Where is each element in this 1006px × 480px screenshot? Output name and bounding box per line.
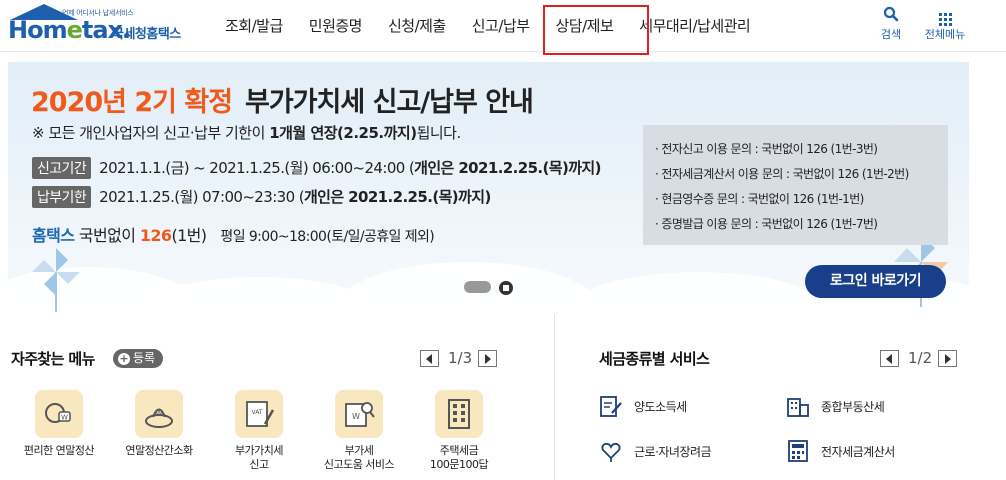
plus-icon: + (118, 352, 130, 365)
svg-text:W: W (61, 414, 68, 422)
vat-notice-banner[interactable]: 2020년 2기 확정 부가가치세 신고/납부 안내 ※ 모든 개인사업자의 신… (8, 62, 969, 312)
banner-title-period: 2020년 2기 확정 (31, 87, 233, 118)
info-line-e-invoice: · 전자세금계산서 이용 문의 : 국번없이 126 (1번-2번) (655, 167, 909, 181)
payment-deadline-tag: 납부기한 (32, 186, 92, 208)
report-period-row: 신고기간 2021.1.1.(금) ~ 2021.1.25.(월) 06:00~2… (32, 157, 601, 179)
prev-page-button[interactable] (880, 349, 899, 367)
all-menu-label: 전체메뉴 (924, 28, 966, 41)
tax-services-page-indicator: 1/2 (908, 349, 933, 367)
nav-inquiry-issue[interactable]: 조회/발급 (212, 0, 296, 52)
logo-korean-name: 국세청홈택스 (112, 27, 181, 42)
info-line-certificate: · 증명발급 이용 문의 : 국번없이 126 (1번-7번) (655, 217, 878, 231)
document-pen-icon (600, 396, 622, 417)
tax-capital-gains[interactable]: 양도소득세 (598, 393, 687, 419)
info-line-cash-receipt: · 현금영수증 문의 : 국번없이 126 (1번-1번) (655, 192, 864, 206)
global-nav: 조회/발급 민원증명 신청/제출 신고/납부 상담/제보 세무대리/납세관리 (212, 0, 763, 55)
building-icon (435, 390, 483, 438)
all-menu-button[interactable]: 전체메뉴 (918, 6, 972, 42)
inquiry-info-box: · 전자신고 이용 문의 : 국번없이 126 (1번-3번) · 전자세금계산… (643, 125, 948, 245)
favorites-title: 자주찾는 메뉴 (11, 350, 95, 368)
login-shortcut-button[interactable]: 로그인 바로가기 (805, 265, 946, 298)
search-label: 검색 (880, 28, 902, 41)
nav-civil-certificate[interactable]: 민원증명 (296, 0, 375, 52)
svg-text:W: W (352, 412, 360, 421)
service-hours: 평일 9:00~18:00(토/일/공휴일 제외) (220, 229, 435, 245)
nav-report-pay[interactable]: 신고/납부 (459, 0, 543, 52)
report-period-tag: 신고기간 (32, 157, 92, 179)
menu-vat-help-service[interactable]: W 부가세 신고도움 서비스 (309, 390, 409, 472)
next-page-button[interactable] (938, 349, 958, 367)
info-line-e-filing: · 전자신고 이용 문의 : 국번없이 126 (1번-3번) (655, 142, 878, 156)
vat-document-icon: VAT (235, 390, 283, 438)
tax-comprehensive-real-estate[interactable]: 종합부동산세 (785, 393, 885, 419)
nav-consult-report[interactable]: 상담/제보 (542, 0, 649, 55)
buildings-icon (787, 398, 809, 417)
money-bag-icon: W (135, 390, 183, 438)
tax-services-title: 세금종류별 서비스 (599, 350, 710, 368)
top-header: 언제 어디서나 납세서비스 Hometax. 국세청홈택스 조회/발급 민원증명… (0, 0, 1006, 55)
tax-e-invoice[interactable]: 전자세금계산서 (785, 438, 895, 464)
year-end-settlement-icon: W (35, 390, 83, 438)
carousel-stop-button[interactable] (499, 281, 513, 295)
menu-housing-tax-faq[interactable]: 주택세금 100문100답 (409, 390, 509, 472)
carousel-indicator[interactable] (464, 281, 491, 293)
svg-text:VAT: VAT (251, 409, 262, 416)
search-button[interactable]: 검색 (876, 6, 906, 42)
tax-services-pager: 1/2 (880, 349, 958, 367)
extension-notice: ※ 모든 개인사업자의 신고·납부 기한이 1개월 연장(2.25.까지)됩니다… (32, 124, 461, 142)
heart-hand-icon (601, 442, 621, 462)
banner-title-subject: 부가가치세 신고/납부 안내 (245, 87, 534, 118)
section-divider (554, 314, 555, 480)
search-icon (876, 6, 906, 26)
menu-easy-year-end[interactable]: W 편리한 연말정산 (9, 390, 109, 458)
nav-apply-submit[interactable]: 신청/제출 (375, 0, 459, 52)
next-page-button[interactable] (478, 349, 498, 367)
favorites-pager: 1/3 (420, 349, 498, 367)
prev-page-button[interactable] (420, 349, 439, 367)
menu-year-end-simplified[interactable]: W 연말정산간소화 (109, 390, 209, 458)
register-favorite-button[interactable]: + 등록 (113, 349, 164, 368)
calculator-icon (788, 440, 808, 462)
contact-line: 홈택스 국번없이 126(1번) 평일 9:00~18:00(토/일/공휴일 제외… (32, 226, 435, 245)
tax-earned-income-child-credit[interactable]: 근로·자녀장려금 (598, 438, 712, 464)
grid-menu-icon (918, 6, 972, 26)
vat-help-icon: W (335, 390, 383, 438)
svg-text:W: W (156, 409, 163, 417)
favorites-page-indicator: 1/3 (448, 349, 473, 367)
menu-vat-report[interactable]: VAT 부가가치세 신고 (209, 390, 309, 472)
payment-deadline-row: 납부기한 2021.1.25.(월) 07:00~23:30 (개인은 2021.… (32, 186, 491, 208)
hometax-logo[interactable]: 언제 어디서나 납세서비스 Hometax. 국세청홈택스 (8, 4, 208, 48)
pinwheel-icon (32, 248, 80, 312)
